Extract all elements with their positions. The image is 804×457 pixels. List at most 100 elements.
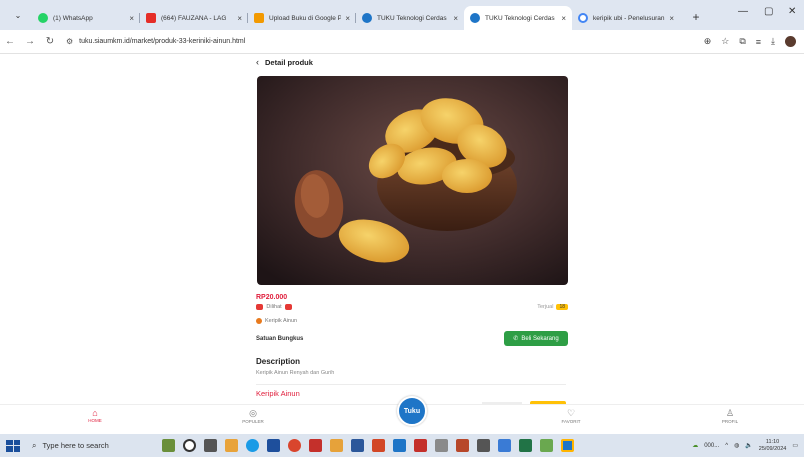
clock-time: 11:10 xyxy=(765,438,780,445)
location-icon: ◎ xyxy=(249,408,257,418)
tab-google-play[interactable]: Upload Buku di Google Pl × xyxy=(248,6,356,30)
maximize-button[interactable]: ▢ xyxy=(764,6,773,17)
page-content: ‹ Detail produk RP20.000 Dilihat Terjual… xyxy=(0,54,804,404)
close-window-button[interactable]: ✕ xyxy=(788,6,796,17)
minimize-button[interactable]: — xyxy=(738,6,748,17)
volume-icon[interactable]: 🔈 xyxy=(745,442,752,449)
nav-home[interactable]: ⌂ HOME xyxy=(75,408,115,423)
close-icon[interactable]: × xyxy=(237,14,242,23)
sold-count-badge: 18 xyxy=(556,304,568,310)
close-icon[interactable]: × xyxy=(453,14,458,23)
taskbar-search-placeholder: Type here to search xyxy=(42,441,109,450)
taskbar-search[interactable]: ⌕ Type here to search xyxy=(32,441,132,451)
home-icon: ⌂ xyxy=(92,408,98,418)
reading-list-icon[interactable]: ≡ xyxy=(756,37,761,47)
nav-favorite[interactable]: ♡ FAVORIT xyxy=(551,408,591,424)
google-play-icon xyxy=(254,13,264,23)
tab-title: (1) WhatsApp xyxy=(53,14,93,22)
app-icon[interactable] xyxy=(561,439,574,452)
excel-icon[interactable] xyxy=(519,439,532,452)
store-icon xyxy=(256,318,262,324)
word-icon[interactable] xyxy=(351,439,364,452)
tab-title: keripik ubi - Penelusuran xyxy=(593,14,665,22)
notification-icon[interactable]: ▭ xyxy=(792,442,798,449)
bookmark-star-icon[interactable]: ☆ xyxy=(721,36,729,47)
profile-avatar[interactable] xyxy=(785,36,796,47)
chevron-up-icon[interactable]: ^ xyxy=(725,443,728,449)
related-product-title[interactable]: Keripik Ainun xyxy=(256,389,300,398)
url-text: tuku.siaumkm.id/market/produk-33-kerinik… xyxy=(79,38,246,45)
zoom-icon[interactable]: ⊕ xyxy=(704,36,712,47)
tab-title: TUKU Teknologi Cerdas xyxy=(485,14,555,22)
clock-date: 25/09/2024 xyxy=(758,445,787,452)
back-button[interactable]: ← xyxy=(0,36,20,47)
product-detail-column: ‹ Detail produk RP20.000 Dilihat Terjual… xyxy=(252,54,574,404)
file-explorer-icon[interactable] xyxy=(225,439,238,452)
close-icon[interactable]: × xyxy=(561,14,566,23)
whatsapp-icon xyxy=(38,13,48,23)
tab-whatsapp[interactable]: (1) WhatsApp × xyxy=(32,6,140,30)
app-icon[interactable] xyxy=(309,439,322,452)
nav-popular[interactable]: ◎ POPULER xyxy=(233,408,273,424)
store-icon[interactable] xyxy=(267,439,280,452)
user-icon: ♙ xyxy=(725,408,735,418)
edge-icon[interactable] xyxy=(246,439,259,452)
app-icon[interactable] xyxy=(435,439,448,452)
cortana-icon[interactable] xyxy=(183,439,196,452)
store-name: Keripik Ainun xyxy=(265,318,298,324)
tuku-icon xyxy=(362,13,372,23)
task-view-icon[interactable] xyxy=(204,439,217,452)
extensions-icon[interactable]: ⧉ xyxy=(739,36,745,47)
app-icon[interactable] xyxy=(330,439,343,452)
forward-button[interactable]: → xyxy=(20,36,40,47)
buy-now-button[interactable]: ✆ Beli Sekarang xyxy=(504,331,568,346)
tab-youtube[interactable]: (664) FAUZANA - LAG × xyxy=(140,6,248,30)
windows-start-icon[interactable] xyxy=(6,439,20,452)
windows-taskbar: ⌕ Type here to search ☁ 000... ^ ◍ 🔈 11:… xyxy=(0,434,804,457)
product-price: RP20.000 xyxy=(256,294,288,301)
close-icon[interactable]: × xyxy=(669,14,674,23)
tab-title: TUKU Teknologi Cerdas xyxy=(377,14,447,22)
network-icon[interactable]: ◍ xyxy=(734,442,739,449)
nav-home-label: HOME xyxy=(88,418,102,423)
reload-button[interactable]: ↻ xyxy=(40,36,60,47)
tab-search-button[interactable]: ⌄ xyxy=(8,5,28,25)
weather-icon[interactable]: ☁ xyxy=(692,442,698,449)
download-icon[interactable]: ⤓ xyxy=(771,36,775,47)
google-icon xyxy=(578,13,588,23)
site-info-icon[interactable]: ⚙ xyxy=(66,37,73,46)
tab-tuku-1[interactable]: TUKU Teknologi Cerdas × xyxy=(356,6,464,30)
app-icon[interactable] xyxy=(393,439,406,452)
page-title: Detail produk xyxy=(265,57,313,67)
chrome-icon[interactable] xyxy=(288,439,301,452)
sold-label: Terjual xyxy=(537,304,554,310)
powerpoint-icon[interactable] xyxy=(456,439,469,452)
app-icon[interactable] xyxy=(414,439,427,452)
tab-google-search[interactable]: keripik ubi - Penelusuran × xyxy=(572,6,680,30)
tab-tuku-active[interactable]: TUKU Teknologi Cerdas × xyxy=(464,6,572,30)
new-tab-button[interactable]: + xyxy=(686,7,706,27)
close-icon[interactable]: × xyxy=(345,14,350,23)
divider xyxy=(256,384,566,385)
tuku-icon xyxy=(470,13,480,23)
app-icon[interactable] xyxy=(498,439,511,452)
app-icon[interactable] xyxy=(162,439,175,452)
buy-now-label: Beli Sekarang xyxy=(521,335,559,342)
address-bar[interactable]: ⚙ tuku.siaumkm.id/market/produk-33-kerin… xyxy=(66,33,686,51)
youtube-icon xyxy=(146,13,156,23)
tray-text: 000... xyxy=(704,442,720,449)
app-icon[interactable] xyxy=(540,439,553,452)
sold-info: Terjual 18 xyxy=(537,304,568,310)
close-icon[interactable]: × xyxy=(129,14,134,23)
tab-title: (664) FAUZANA - LAG xyxy=(161,14,227,22)
nav-profile[interactable]: ♙ PROFIL xyxy=(710,408,750,424)
nav-profile-label: PROFIL xyxy=(721,419,739,424)
app-icon[interactable] xyxy=(477,439,490,452)
clock[interactable]: 11:10 25/09/2024 xyxy=(759,439,787,453)
tuku-center-button[interactable]: Tuku xyxy=(397,396,427,426)
app-icon[interactable] xyxy=(372,439,385,452)
store-link[interactable]: Keripik Ainun xyxy=(256,318,297,324)
search-icon: ⌕ xyxy=(32,440,37,450)
chevron-left-icon[interactable]: ‹ xyxy=(256,57,259,67)
seen-badge xyxy=(284,304,293,310)
